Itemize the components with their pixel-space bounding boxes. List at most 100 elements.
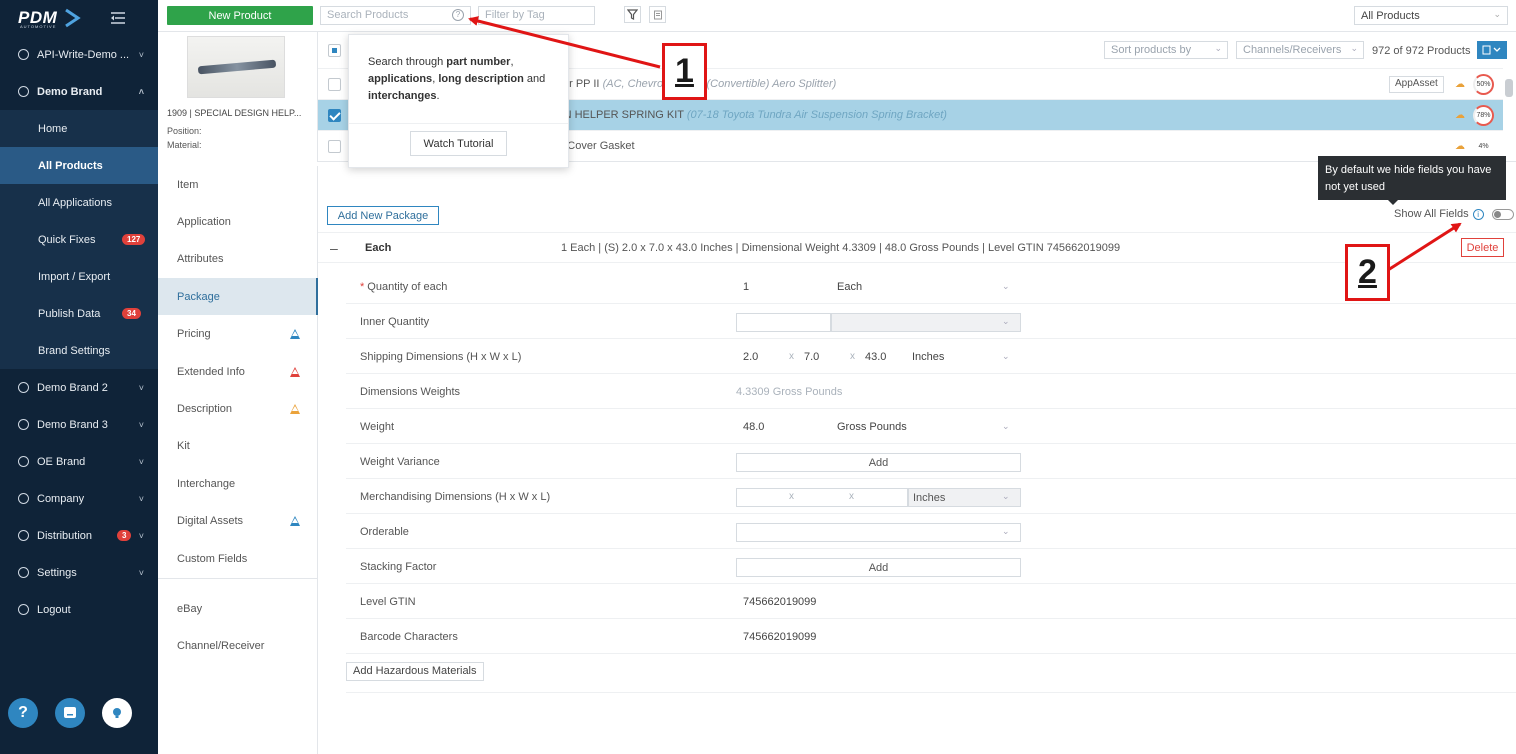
show-all-fields-toggle[interactable] [1491,208,1514,220]
field-level-gtin: Level GTIN 745662019099 [346,584,1516,619]
list-options-button[interactable] [1477,41,1507,59]
delete-package-button[interactable]: Delete [1461,238,1504,257]
required-marker: * [360,281,365,293]
level-gtin-value[interactable]: 745662019099 [743,596,816,608]
tab-kit[interactable]: Kit [158,428,318,465]
tab-pricing[interactable]: Pricing [158,316,318,353]
tab-item[interactable]: Item [158,166,318,203]
product-scope-select[interactable]: All Products ⌄ [1354,6,1508,25]
product-list-scrollbar[interactable] [1505,69,1513,159]
brand-icon [18,419,29,430]
sidebar-item-company[interactable]: Company ˅ [0,480,158,517]
sort-select[interactable]: Sort products by ⌄ [1104,41,1228,59]
completeness-badge: 4% [1478,142,1489,150]
info-icon[interactable]: i [1472,208,1484,220]
channels-select[interactable]: Channels/Receivers ⌄ [1236,41,1364,59]
collapse-menu-icon[interactable] [111,12,126,24]
sidebar-item-label: Brand Settings [38,344,111,357]
sidebar-item-label: Demo Brand [37,85,103,98]
sidebar-item-logout[interactable]: Logout [0,591,158,628]
select-all-checkbox[interactable] [328,44,341,57]
product-image[interactable] [187,36,285,98]
orderable-select[interactable] [736,523,1021,542]
scrollbar-thumb[interactable] [1505,79,1513,97]
help-text-bold: applications [368,73,433,85]
tab-label: Channel/Receiver [177,639,265,652]
tag-filter-input[interactable]: Filter by Tag [478,6,595,25]
row-checkbox[interactable] [328,77,341,91]
tab-label: Package [177,290,220,303]
shipping-unit-select[interactable]: Inches [912,351,944,363]
section-tabs: Item Application Attributes Package Pricing E… [158,166,318,754]
weight-unit-select[interactable]: Gross Pounds [837,421,907,433]
help-text-part: and [523,73,546,85]
merchandising-dimensions-input[interactable] [736,488,908,507]
sidebar-item-publish-data[interactable]: Publish Data 34 [0,295,158,332]
sidebar-item-label: Settings [37,566,77,579]
sidebar-item-brand-settings[interactable]: Brand Settings [0,332,158,369]
barcode-characters-value[interactable]: 745662019099 [743,631,816,643]
sidebar-item-demo-brand-2[interactable]: Demo Brand 2 ˅ [0,369,158,406]
tab-digital-assets[interactable]: Digital Assets [158,503,318,540]
field-orderable: Orderable ⌄ [346,514,1516,549]
quantity-value[interactable]: 1 [743,281,749,293]
row-checkbox[interactable] [328,139,341,153]
shipping-height[interactable]: 2.0 [743,351,758,363]
watch-tutorial-button[interactable]: Watch Tutorial [410,131,507,156]
tab-custom-fields[interactable]: Custom Fields [158,540,318,577]
sidebar-item-demo-brand[interactable]: Demo Brand ˄ [0,73,158,110]
shipping-width[interactable]: 7.0 [804,351,819,363]
field-label: * Quantity of each [360,281,447,293]
tab-extended-info[interactable]: Extended Info [158,353,318,390]
inner-quantity-input[interactable] [736,313,831,332]
search-help-icon[interactable]: ? [452,9,464,21]
tab-interchange[interactable]: Interchange [158,465,318,502]
add-new-package-button[interactable]: Add New Package [327,206,439,225]
tab-description[interactable]: Description [158,390,318,427]
help-button[interactable]: ? [8,698,38,728]
saved-filter-button[interactable] [649,6,666,23]
list-view-icon [1482,45,1501,55]
sidebar-item-oe-brand[interactable]: OE Brand ˅ [0,443,158,480]
quantity-unit-select[interactable]: Each [837,281,862,293]
sidebar-item-distribution[interactable]: Distribution 3 ˅ [0,517,158,554]
bookmark-icon [653,10,662,19]
weight-variance-add-button[interactable]: Add [736,453,1021,472]
stacking-factor-add-button[interactable]: Add [736,558,1021,577]
product-row-application: (AC, Chevrolet, Ford (Convertible) Aero … [602,78,837,90]
show-all-fields-label: Show All Fields [1394,208,1469,220]
sidebar-item-api-write-demo[interactable]: API-Write-Demo ... ˅ [0,36,158,73]
ideas-button[interactable] [102,698,132,728]
sidebar-item-import-export[interactable]: Import / Export [0,258,158,295]
sidebar-item-quick-fixes[interactable]: Quick Fixes 127 [0,221,158,258]
app-asset-button[interactable]: AppAsset [1389,75,1444,93]
chevron-down-icon: ⌄ [1214,43,1222,53]
new-product-button[interactable]: New Product [167,6,313,25]
tab-label: Interchange [177,477,236,490]
collapse-icon[interactable]: – [330,240,338,256]
inner-quantity-unit-select[interactable] [831,313,1021,332]
row-checkbox[interactable] [328,108,341,122]
package-header[interactable]: – Each 1 Each | (S) 2.0 x 7.0 x 43.0 Inc… [318,232,1516,263]
weight-value[interactable]: 48.0 [743,421,764,433]
sidebar-item-home[interactable]: Home [0,110,158,147]
sidebar-item-settings[interactable]: Settings ˅ [0,554,158,591]
filter-button[interactable] [624,6,641,23]
tab-label: Application [177,215,231,228]
tab-package[interactable]: Package [158,278,318,316]
tab-attributes[interactable]: Attributes [158,241,318,278]
logo[interactable]: PDM AUTOMOTIVE [0,0,158,36]
tab-application[interactable]: Application [158,203,318,240]
dimension-separator: x [789,491,794,502]
sidebar-item-demo-brand-3[interactable]: Demo Brand 3 ˅ [0,406,158,443]
brand-icon [18,382,29,393]
shipping-length[interactable]: 43.0 [865,351,886,363]
tab-channel-receiver[interactable]: Channel/Receiver [158,627,318,664]
add-hazardous-materials-button[interactable]: Add Hazardous Materials [346,662,484,681]
sidebar-item-all-products[interactable]: All Products [0,147,158,184]
tab-ebay[interactable]: eBay [158,590,318,627]
search-input[interactable]: Search Products ? [320,6,471,25]
chat-button[interactable] [55,698,85,728]
sort-placeholder: Sort products by [1111,44,1192,56]
sidebar-item-all-applications[interactable]: All Applications [0,184,158,221]
